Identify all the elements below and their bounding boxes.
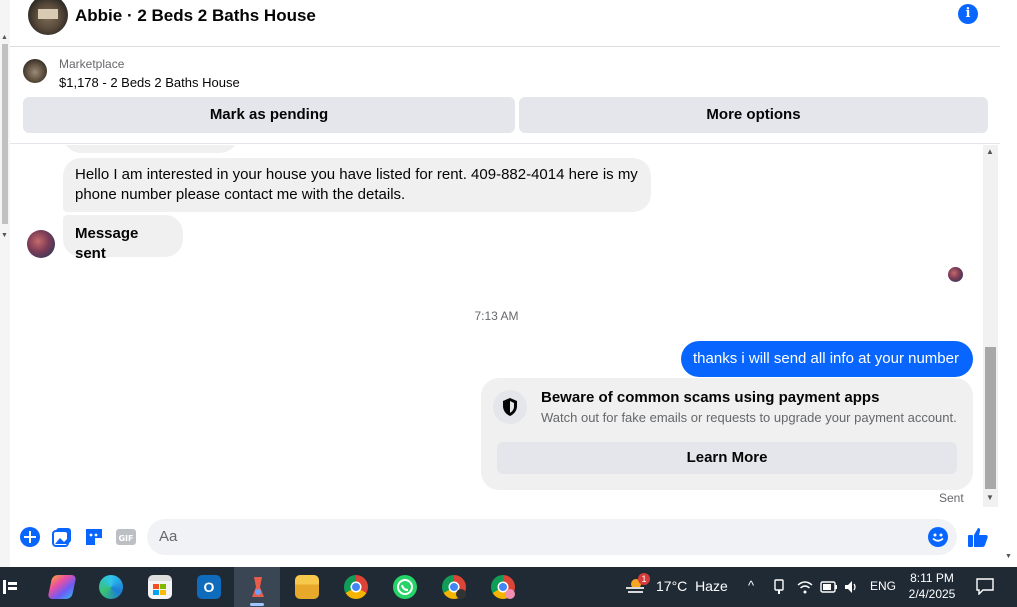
seen-indicator-avatar [948,267,963,282]
chevron-up-icon[interactable]: ^ [748,578,754,593]
info-icon[interactable]: i [958,4,978,24]
windows-taskbar: O 1 17°C Haze ^ ENG 8:11 PM 2/4/2025 [0,567,1017,607]
notifications-icon[interactable] [975,577,995,595]
wifi-icon[interactable] [797,579,813,595]
thumbs-up-icon[interactable] [966,525,990,549]
scam-warning-card: Beware of common scams using payment app… [481,378,973,490]
conversation-title[interactable]: Abbie · 2 Beds 2 Baths House [75,6,316,26]
weather-badge: 1 [638,573,650,585]
weather-temperature: 17°C [656,578,688,594]
weather-description: Haze [695,578,728,594]
message-input[interactable]: Aa [147,519,957,555]
page-scroll-thumb[interactable] [2,44,8,224]
plus-icon[interactable] [19,526,41,548]
learn-more-button[interactable]: Learn More [497,442,957,474]
incoming-message-bubble[interactable]: Hello I am interested in your house you … [63,158,651,212]
thread-scrollbar[interactable]: ▲ ▼ [983,145,998,507]
message-thread[interactable]: Hello I am interested in your house you … [10,145,983,510]
battery-icon[interactable] [820,580,838,594]
clock-time: 8:11 PM [910,571,954,585]
gif-icon[interactable]: GIF [115,526,137,548]
shield-icon [493,390,527,424]
volume-icon[interactable] [843,579,859,595]
listing-source-label: Marketplace [59,57,125,71]
conversation-header: Abbie · 2 Beds 2 Baths House i [10,0,1000,47]
outlook-app-icon[interactable]: O [185,567,231,607]
scroll-down-arrow-icon[interactable]: ▼ [1005,553,1012,560]
weather-widget[interactable]: 1 17°C Haze [625,573,730,598]
emoji-icon[interactable] [928,527,948,547]
message-timestamp: 7:13 AM [474,309,519,323]
chrome-profile-app-icon[interactable] [479,567,525,607]
microsoft-store-icon[interactable] [136,567,182,607]
edge-app-icon[interactable] [87,567,133,607]
previous-message-bubble [63,145,238,153]
file-explorer-icon[interactable] [283,567,329,607]
copilot-app-icon[interactable] [38,567,84,607]
more-options-button[interactable]: More options [519,97,988,133]
sticker-icon[interactable] [83,526,105,548]
marketplace-listing-bar: Marketplace $1,178 - 2 Beds 2 Baths Hous… [10,48,1000,144]
message-composer: GIF Aa [10,512,1000,564]
contact-avatar[interactable] [28,0,68,35]
sender-avatar[interactable] [27,230,55,258]
scam-warning-body: Watch out for fake emails or requests to… [541,410,957,425]
message-status: Sent [939,491,964,505]
photo-icon[interactable] [51,526,73,548]
task-view-icon[interactable] [3,579,19,595]
incoming-message-bubble[interactable]: Message sent [63,215,183,262]
system-clock[interactable]: 8:11 PM 2/4/2025 [896,570,968,602]
svg-text:GIF: GIF [118,534,133,543]
chrome-app-icon[interactable] [332,567,378,607]
scroll-up-arrow-icon[interactable]: ▲ [986,147,994,156]
chrome-profile-app-icon[interactable] [430,567,476,607]
whatsapp-app-icon[interactable] [381,567,427,607]
usb-device-icon[interactable] [772,579,786,595]
clock-date: 2/4/2025 [908,587,956,601]
listing-thumbnail[interactable] [23,59,47,83]
scam-warning-title: Beware of common scams using payment app… [541,389,880,406]
scroll-down-arrow-icon[interactable]: ▼ [986,493,994,502]
mark-as-pending-button[interactable]: Mark as pending [23,97,515,133]
scroll-up-arrow-icon[interactable]: ▲ [1,34,8,41]
language-indicator[interactable]: ENG [870,579,896,593]
active-app-icon[interactable] [234,567,280,607]
outgoing-message-bubble[interactable]: thanks i will send all info at your numb… [681,341,973,377]
listing-price-title[interactable]: $1,178 - 2 Beds 2 Baths House [59,75,240,90]
thread-scroll-thumb[interactable] [985,347,996,489]
scroll-down-arrow-icon[interactable]: ▼ [1,232,8,239]
page-scrollbar[interactable]: ▲ ▼ [0,0,10,567]
